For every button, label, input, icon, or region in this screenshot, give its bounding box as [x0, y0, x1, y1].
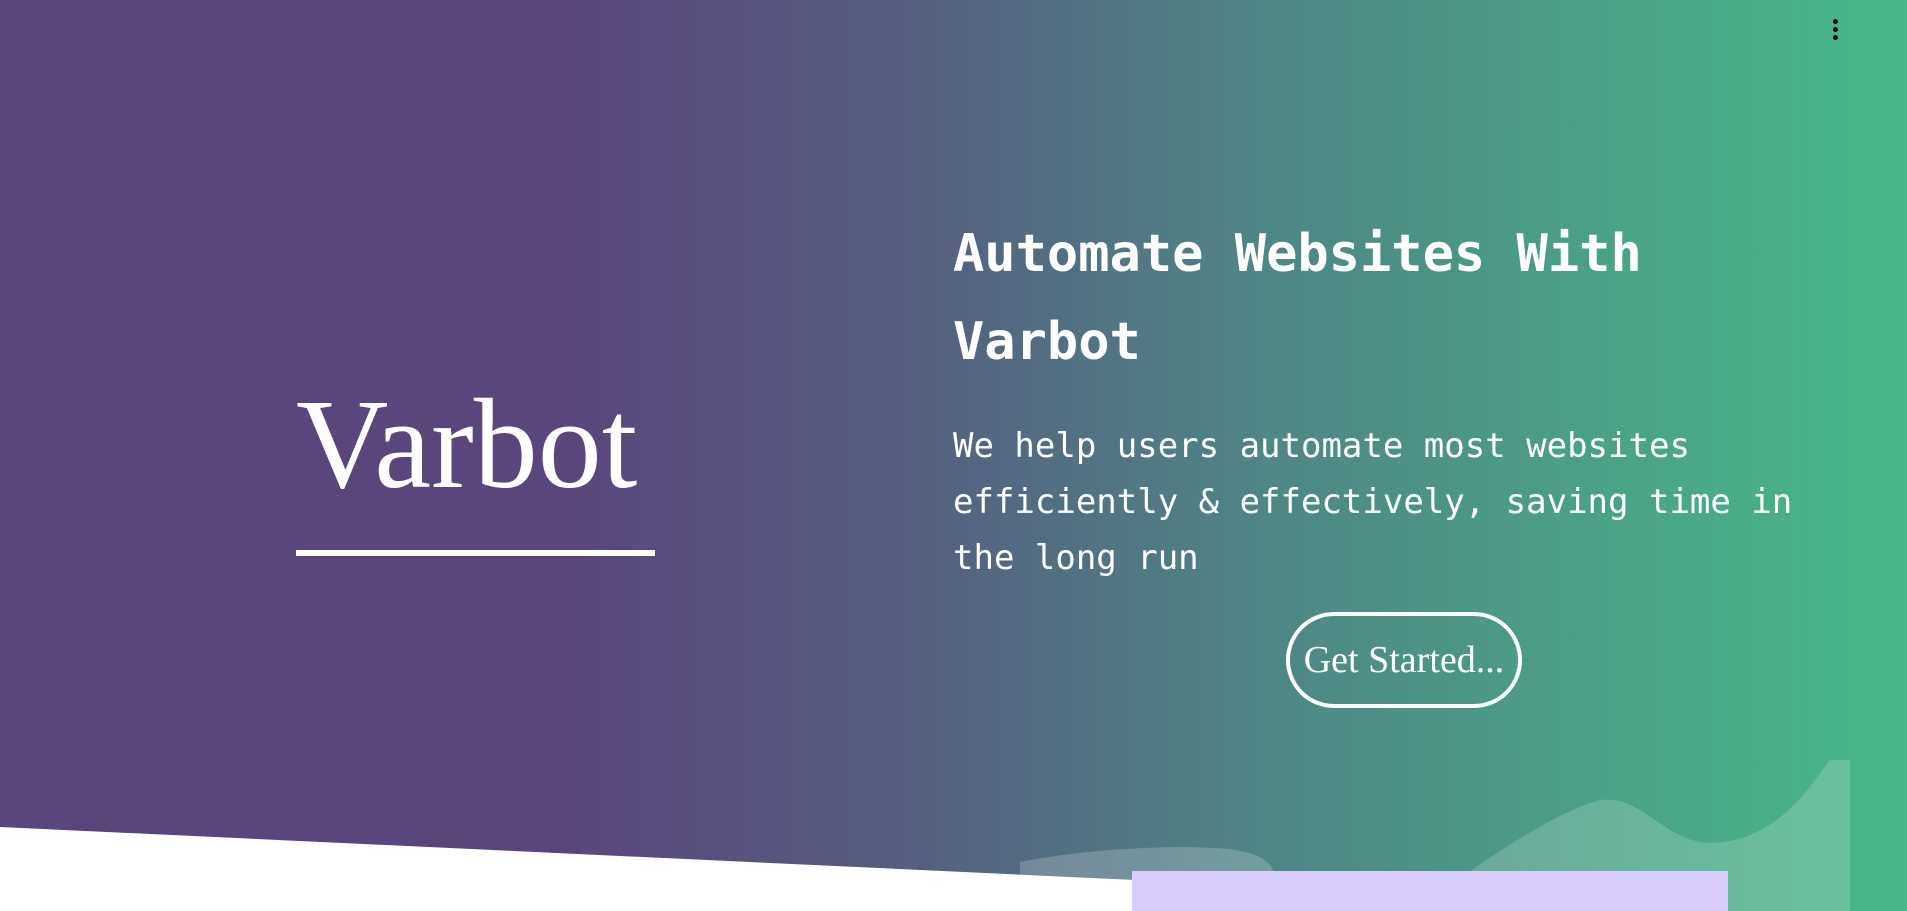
logo-block: Varbot [296, 380, 656, 556]
hero-section: Varbot Automate Websites With Varbot We … [0, 0, 1907, 911]
white-slant-shape [0, 827, 1135, 911]
logo-text: Varbot [296, 373, 638, 515]
hero-subtext: We help users automate most websites eff… [953, 426, 1793, 578]
content-card [1132, 871, 1728, 911]
logo-underline [296, 550, 655, 556]
more-vertical-icon[interactable] [1822, 14, 1848, 44]
hero-headline: Automate Websites With Varbot [953, 224, 1642, 372]
get-started-button[interactable]: Get Started... [1286, 612, 1522, 708]
